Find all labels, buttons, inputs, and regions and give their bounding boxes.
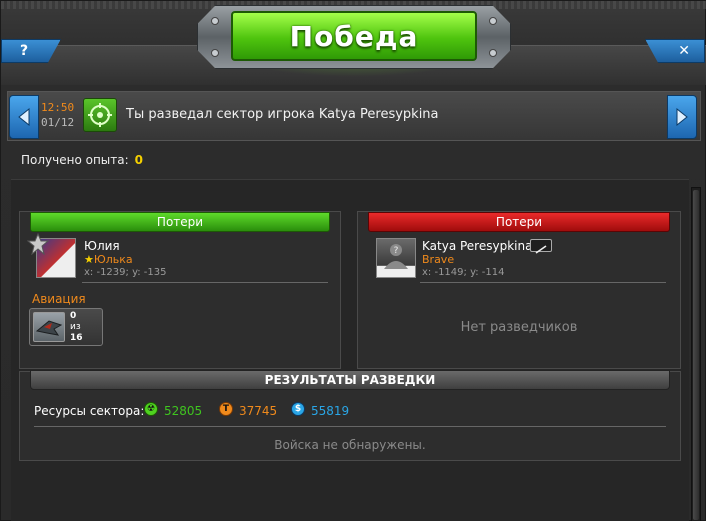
titanium-value: 37745 — [239, 404, 278, 418]
content-scrollbar[interactable] — [691, 187, 701, 521]
star-icon: ★ — [84, 253, 94, 266]
aircraft-icon — [33, 312, 65, 342]
experience-label: Получено опыта: — [21, 153, 129, 167]
pencil-icon — [535, 245, 547, 254]
credits-value: 55819 — [311, 404, 350, 418]
message-time: 12:50 — [41, 101, 75, 114]
experience-line: Получено опыта: 0 — [21, 153, 143, 167]
titanium-icon: T — [219, 402, 233, 416]
svg-text:?: ? — [394, 246, 399, 256]
attacker-losses-header: Потери — [30, 212, 330, 232]
arrow-left-icon — [18, 108, 30, 126]
divider — [420, 282, 666, 283]
dialog-title: Победа — [231, 11, 477, 61]
experience-value: 0 — [134, 153, 144, 167]
defender-avatar[interactable]: ? — [376, 238, 416, 278]
bolt-icon — [211, 17, 219, 25]
unit-total-count: 16 — [70, 333, 83, 343]
bolt-icon — [489, 49, 497, 57]
prev-message-button[interactable] — [9, 95, 39, 139]
defender-losses-header: Потери — [368, 212, 670, 232]
message-text: Ты разведал сектор игрока Katya Peresypk… — [126, 107, 439, 122]
credits-icon: $ — [291, 402, 305, 416]
attacker-alliance[interactable]: ★Юлька — [84, 253, 133, 266]
close-icon: ✕ — [678, 43, 690, 59]
battle-report-dialog: ? ✕ Победа 12:50 01/12 Ты разведал секто… — [0, 0, 706, 521]
defender-name[interactable]: Katya Peresypkina — [422, 239, 532, 253]
help-icon: ? — [20, 43, 29, 59]
arrow-right-icon — [676, 108, 688, 126]
uranium-value: 52805 — [164, 404, 203, 418]
no-troops-text: Войска не обнаружены. — [274, 438, 426, 452]
unknown-user-icon: ? — [384, 244, 408, 269]
aviation-unit-card[interactable]: 0 из 16 — [29, 308, 103, 346]
divider — [34, 426, 666, 427]
defender-panel: Потери ? Katya Peresypkina Brave x: -114… — [357, 211, 681, 369]
title-badge: Победа — [197, 1, 511, 81]
attacker-coords: x: -1239; y: -135 — [84, 267, 167, 278]
sector-resources-label: Ресурсы сектора: — [34, 404, 145, 418]
defender-coords: x: -1149; y: -114 — [422, 267, 505, 278]
attacker-name[interactable]: Юлия — [84, 239, 120, 253]
scout-results-panel: РЕЗУЛЬТАТЫ РАЗВЕДКИ Ресурсы сектора: ☢ 5… — [19, 370, 681, 461]
defender-alliance[interactable]: Brave — [422, 253, 454, 266]
scrollbar-thumb[interactable] — [693, 190, 699, 520]
uranium-icon: ☢ — [144, 402, 158, 416]
bolt-icon — [489, 17, 497, 25]
unit-of-label: из — [70, 322, 81, 332]
message-date: 01/12 — [41, 116, 75, 129]
scout-results-header: РЕЗУЛЬТАТЫ РАЗВЕДКИ — [30, 370, 670, 390]
scout-target-icon — [83, 98, 117, 132]
edit-note-button[interactable] — [530, 239, 552, 254]
attacker-panel: Потери Юлия ★Юлька x: -1239; y: -135 Ави… — [19, 211, 341, 369]
attacker-avatar[interactable] — [27, 233, 76, 278]
bolt-icon — [211, 49, 219, 57]
next-message-button[interactable] — [667, 95, 697, 139]
divider — [82, 282, 328, 283]
aviation-section-label: Авиация — [32, 292, 86, 306]
no-scouts-text: Нет разведчиков — [460, 320, 578, 335]
unit-lost-count: 0 — [70, 311, 77, 321]
rank-emblem-icon — [27, 233, 49, 255]
